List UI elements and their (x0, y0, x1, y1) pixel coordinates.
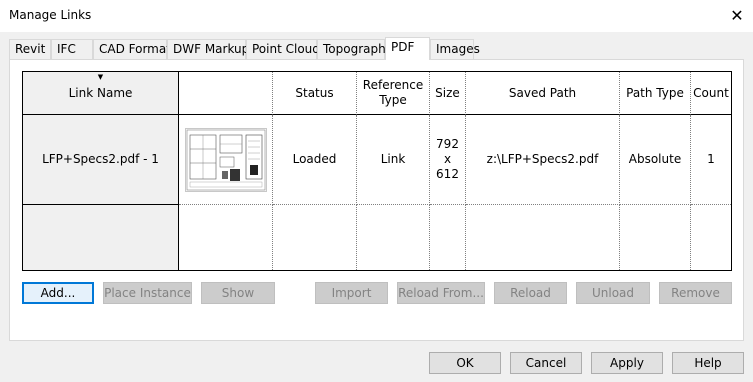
tab-point-clouds[interactable]: Point Clouds (246, 39, 326, 59)
import-button[interactable]: Import (315, 282, 388, 304)
column-header-preview[interactable] (179, 72, 273, 115)
table-row-empty-cell[interactable] (273, 205, 357, 270)
column-header-path-type[interactable]: Path Type (620, 72, 691, 115)
tab-pdf[interactable]: PDF (385, 37, 430, 60)
table-row-count[interactable]: 1 (691, 115, 731, 205)
unload-button[interactable]: Unload (576, 282, 650, 304)
apply-button[interactable]: Apply (591, 352, 663, 374)
table-row-empty-cell[interactable] (620, 205, 691, 270)
ok-button[interactable]: OK (429, 352, 501, 374)
show-button[interactable]: Show (201, 282, 275, 304)
title-bar (0, 0, 753, 32)
pdf-thumbnail-image (184, 127, 267, 192)
window-title: Manage Links (9, 8, 92, 22)
table-row-empty-cell[interactable] (691, 205, 731, 270)
table-row-empty-header[interactable] (23, 205, 179, 270)
tab-images[interactable]: Images (430, 39, 480, 59)
column-header-saved-path[interactable]: Saved Path (466, 72, 620, 115)
remove-button[interactable]: Remove (659, 282, 732, 304)
table-row-empty-cell[interactable] (357, 205, 430, 270)
table-row-preview[interactable] (179, 115, 273, 205)
tab-ifc[interactable]: IFC (51, 39, 93, 59)
table-row-reference-type[interactable]: Link (357, 115, 430, 205)
table-row-path-type[interactable]: Absolute (620, 115, 691, 205)
sort-descending-icon: ▼ (97, 73, 104, 81)
column-header-reference-type[interactable]: Reference Type (357, 72, 430, 115)
links-table: ▼ Link Name Status Reference Type Size S… (22, 71, 732, 271)
add-button[interactable]: Add... (22, 282, 94, 304)
tab-revit[interactable]: Revit (9, 39, 51, 59)
column-header-status[interactable]: Status (273, 72, 357, 115)
table-row-empty-cell[interactable] (466, 205, 620, 270)
table-row-status[interactable]: Loaded (273, 115, 357, 205)
table-row-size[interactable]: 792 x 612 (430, 115, 466, 205)
table-row-link-name[interactable]: LFP+Specs2.pdf - 1 (23, 115, 179, 205)
close-icon[interactable]: ✕ (726, 6, 748, 26)
cancel-button[interactable]: Cancel (510, 352, 582, 374)
table-row-empty-cell[interactable] (179, 205, 273, 270)
column-header-link-name[interactable]: ▼ Link Name (23, 72, 179, 115)
reload-button[interactable]: Reload (494, 282, 567, 304)
tab-topography[interactable]: Topography (317, 39, 393, 59)
place-instance-button[interactable]: Place Instance (103, 282, 192, 304)
tab-dwf-markups[interactable]: DWF Markups (167, 39, 256, 59)
table-row-empty-cell[interactable] (430, 205, 466, 270)
column-header-count[interactable]: Count (691, 72, 731, 115)
column-header-size[interactable]: Size (430, 72, 466, 115)
reload-from-button[interactable]: Reload From... (397, 282, 485, 304)
help-button[interactable]: Help (672, 352, 744, 374)
table-row-saved-path[interactable]: z:\LFP+Specs2.pdf (466, 115, 620, 205)
tab-cad-formats[interactable]: CAD Formats (93, 39, 177, 59)
